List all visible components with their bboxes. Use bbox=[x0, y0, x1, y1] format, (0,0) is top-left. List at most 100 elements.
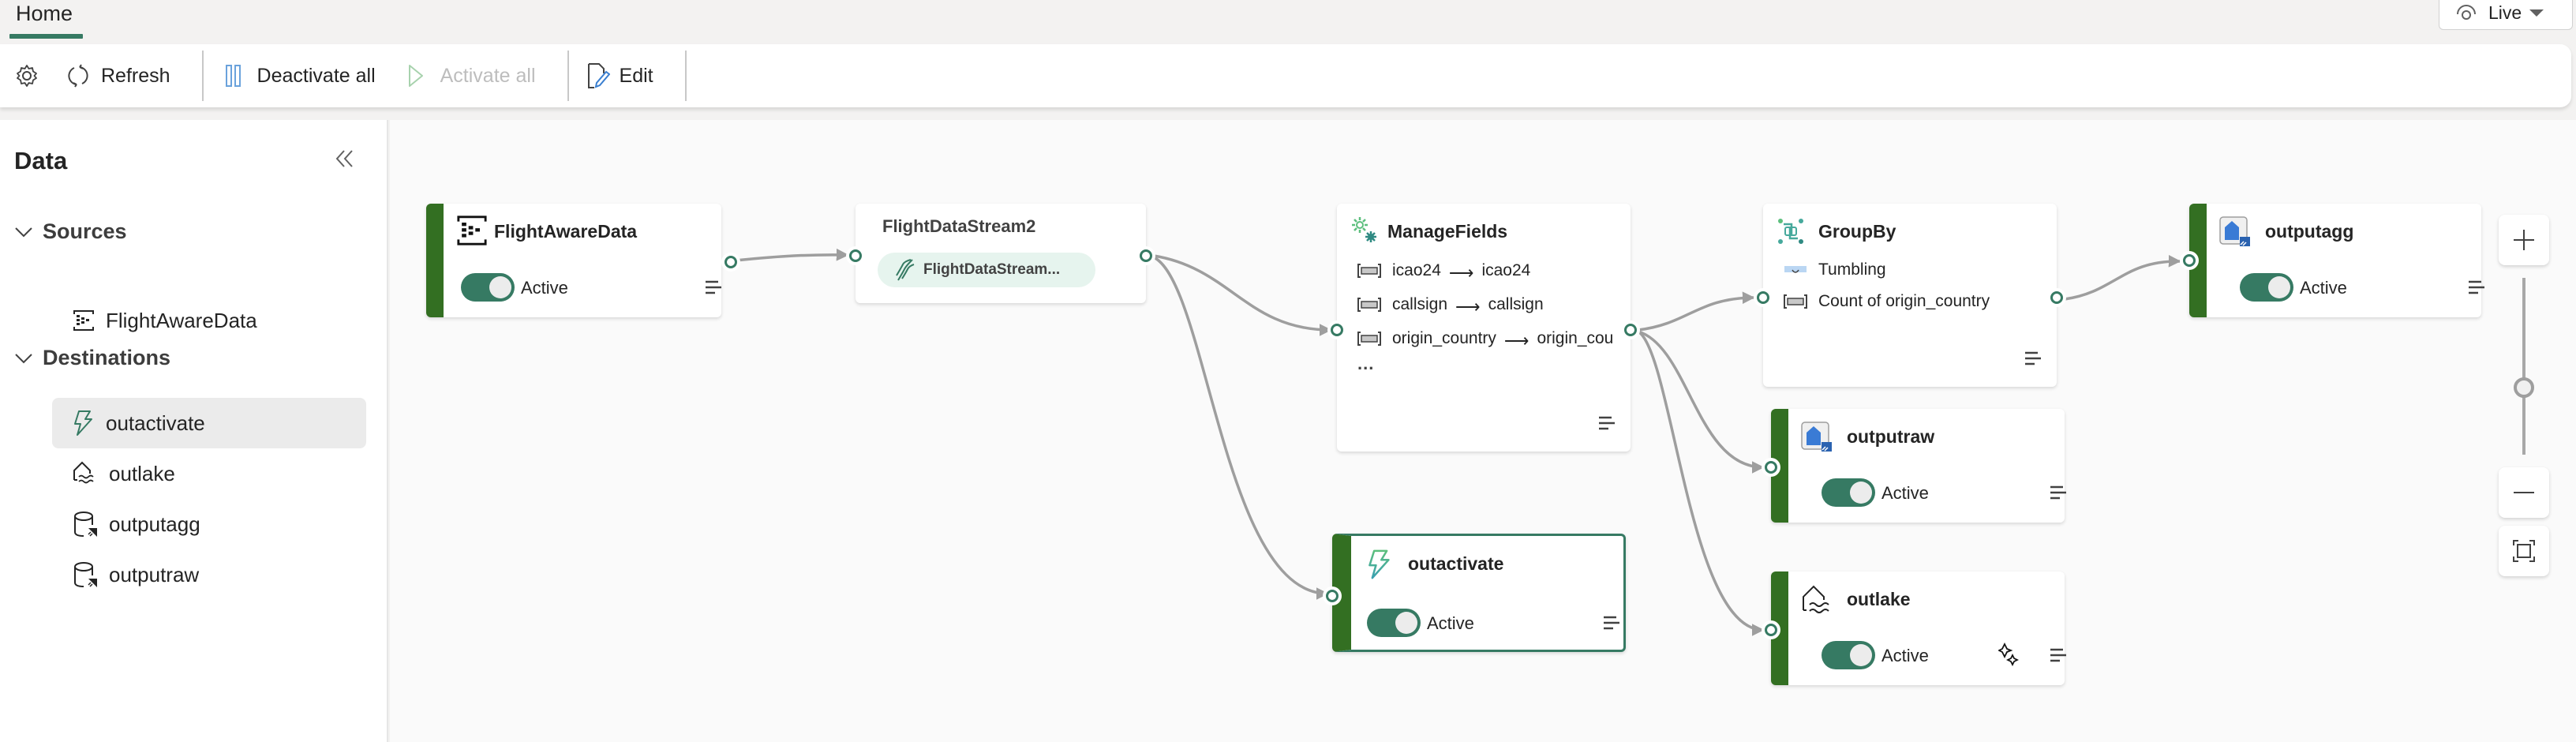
sources-label: Sources bbox=[43, 219, 127, 243]
stream-pill-label: FlightDataStream... bbox=[923, 261, 1061, 278]
node-outactivate[interactable]: outactivate Active bbox=[1323, 534, 1626, 652]
refresh-button[interactable]: Refresh bbox=[55, 51, 202, 101]
field-target: callsign bbox=[1488, 295, 1544, 313]
menu-icon[interactable] bbox=[1602, 615, 1621, 631]
view-mode-dropdown[interactable]: Live bbox=[2439, 0, 2573, 30]
stream-pill[interactable]: FlightDataStream... bbox=[878, 253, 1095, 287]
menu-icon[interactable] bbox=[2467, 279, 2486, 295]
edit-button[interactable]: Edit bbox=[569, 51, 685, 101]
menu-icon[interactable] bbox=[2049, 647, 2068, 663]
output-port[interactable] bbox=[1621, 320, 1640, 339]
eye-icon bbox=[2457, 5, 2476, 20]
active-toggle[interactable] bbox=[1822, 478, 1875, 507]
kql-database-icon bbox=[1801, 422, 1832, 452]
custom-source-icon bbox=[73, 310, 94, 331]
output-port[interactable] bbox=[2047, 288, 2066, 307]
zoom-in-button[interactable] bbox=[2499, 215, 2549, 265]
active-toggle[interactable] bbox=[461, 273, 515, 302]
view-mode-label: Live bbox=[2488, 2, 2522, 23]
plus-icon bbox=[2514, 230, 2534, 250]
destinations-label: Destinations bbox=[43, 346, 171, 369]
deactivate-all-label: Deactivate all bbox=[256, 64, 376, 87]
kql-database-icon bbox=[2219, 216, 2250, 246]
active-toggle[interactable] bbox=[1367, 609, 1421, 637]
active-toggle[interactable] bbox=[1822, 641, 1875, 669]
input-port[interactable] bbox=[1754, 288, 1773, 307]
window-type-row: Tumbling bbox=[1784, 260, 2044, 279]
node-title: ManageFields bbox=[1387, 221, 1508, 242]
node-flightdatastream2[interactable]: FlightDataStream2 FlightDataStream... bbox=[846, 204, 1155, 303]
kql-database-icon bbox=[74, 512, 97, 537]
active-toggle[interactable] bbox=[2240, 273, 2293, 302]
input-port[interactable] bbox=[1323, 586, 1342, 605]
fit-to-screen-button[interactable] bbox=[2499, 526, 2549, 576]
eventstream-icon bbox=[896, 259, 915, 281]
sidebar-item-flightawaredata[interactable]: FlightAwareData bbox=[52, 295, 366, 346]
sidebar-item-outactivate[interactable]: outactivate bbox=[52, 398, 366, 448]
node-title: outactivate bbox=[1408, 553, 1504, 574]
toggle-label: Active bbox=[1427, 613, 1474, 633]
sidebar-item-outputagg[interactable]: outputagg bbox=[52, 499, 366, 549]
panel-title: Data bbox=[14, 147, 68, 174]
tumbling-window-icon bbox=[1784, 266, 1807, 273]
chevron-down-icon bbox=[2529, 9, 2544, 17]
group-by-icon bbox=[1778, 219, 1803, 244]
activate-all-label: Activate all bbox=[440, 64, 536, 87]
tab-home[interactable]: Home bbox=[16, 0, 73, 27]
field-mapping-row: origin_country ⟶ origin_cou bbox=[1357, 328, 1618, 349]
sidebar-item-label: outputagg bbox=[109, 512, 200, 536]
zoom-slider-track[interactable] bbox=[2522, 278, 2525, 455]
custom-source-icon bbox=[457, 215, 487, 245]
zoom-out-button[interactable] bbox=[2499, 467, 2549, 518]
output-port[interactable] bbox=[721, 253, 740, 272]
node-title: outputraw bbox=[1847, 426, 1935, 447]
menu-icon[interactable] bbox=[704, 279, 723, 295]
toggle-label: Active bbox=[1881, 646, 1929, 665]
activator-icon bbox=[74, 410, 92, 436]
input-port[interactable] bbox=[1762, 620, 1780, 639]
input-port[interactable] bbox=[1762, 458, 1780, 477]
output-port[interactable] bbox=[1136, 246, 1155, 265]
arrow-right-icon: ⟶ bbox=[1448, 263, 1474, 281]
settings-button[interactable] bbox=[0, 51, 55, 101]
toggle-label: Active bbox=[1881, 483, 1929, 503]
menu-icon[interactable] bbox=[1597, 415, 1616, 431]
destinations-section-header[interactable]: Destinations bbox=[14, 346, 170, 370]
collapse-panel-icon[interactable] bbox=[335, 148, 355, 169]
tab-active-indicator bbox=[9, 34, 83, 39]
toolbar: Refresh Deactivate all Activate all Edit bbox=[0, 44, 2571, 107]
field-icon bbox=[1784, 294, 1807, 309]
node-outputagg[interactable]: outputagg Active bbox=[2180, 204, 2484, 317]
sidebar-item-outlake[interactable]: outlake bbox=[52, 448, 366, 499]
node-title: outputagg bbox=[2265, 221, 2354, 242]
sparkle-icon[interactable] bbox=[1998, 643, 2019, 666]
node-outputraw[interactable]: outputraw Active bbox=[1762, 409, 2068, 523]
fit-view-icon bbox=[2513, 540, 2535, 562]
menu-icon[interactable] bbox=[2024, 350, 2042, 366]
manage-fields-icon bbox=[1352, 217, 1376, 242]
zoom-slider-thumb[interactable] bbox=[2514, 377, 2534, 398]
toggle-label: Active bbox=[2300, 278, 2347, 298]
node-managefields[interactable]: ManageFields icao24 ⟶ icao24 callsign ⟶ call… bbox=[1327, 204, 1640, 452]
menu-icon[interactable] bbox=[2049, 485, 2068, 500]
sources-section-header[interactable]: Sources bbox=[14, 219, 127, 244]
input-port[interactable] bbox=[846, 246, 865, 265]
deactivate-all-button[interactable]: Deactivate all bbox=[204, 51, 399, 101]
toggle-label: Active bbox=[521, 278, 568, 298]
field-source: icao24 bbox=[1392, 261, 1441, 279]
node-flightawaredata[interactable]: FlightAwareData Active bbox=[426, 204, 740, 317]
node-groupby[interactable]: GroupBy Tumbling Count of origin_country bbox=[1754, 204, 2066, 387]
chevron-down-icon bbox=[15, 227, 32, 237]
input-port[interactable] bbox=[2180, 251, 2199, 270]
field-target: icao24 bbox=[1481, 261, 1531, 279]
activator-icon bbox=[1368, 549, 1390, 579]
sidebar-item-outputraw[interactable]: outputraw bbox=[52, 549, 366, 600]
node-title: outlake bbox=[1847, 589, 1911, 609]
node-outlake[interactable]: outlake Active bbox=[1762, 571, 2068, 685]
kql-database-icon bbox=[74, 562, 97, 587]
pause-icon bbox=[225, 65, 241, 87]
input-port[interactable] bbox=[1327, 320, 1346, 339]
node-title: FlightAwareData bbox=[494, 221, 638, 242]
activate-all-button[interactable]: Activate all bbox=[399, 51, 567, 101]
chevron-down-icon bbox=[15, 353, 32, 363]
